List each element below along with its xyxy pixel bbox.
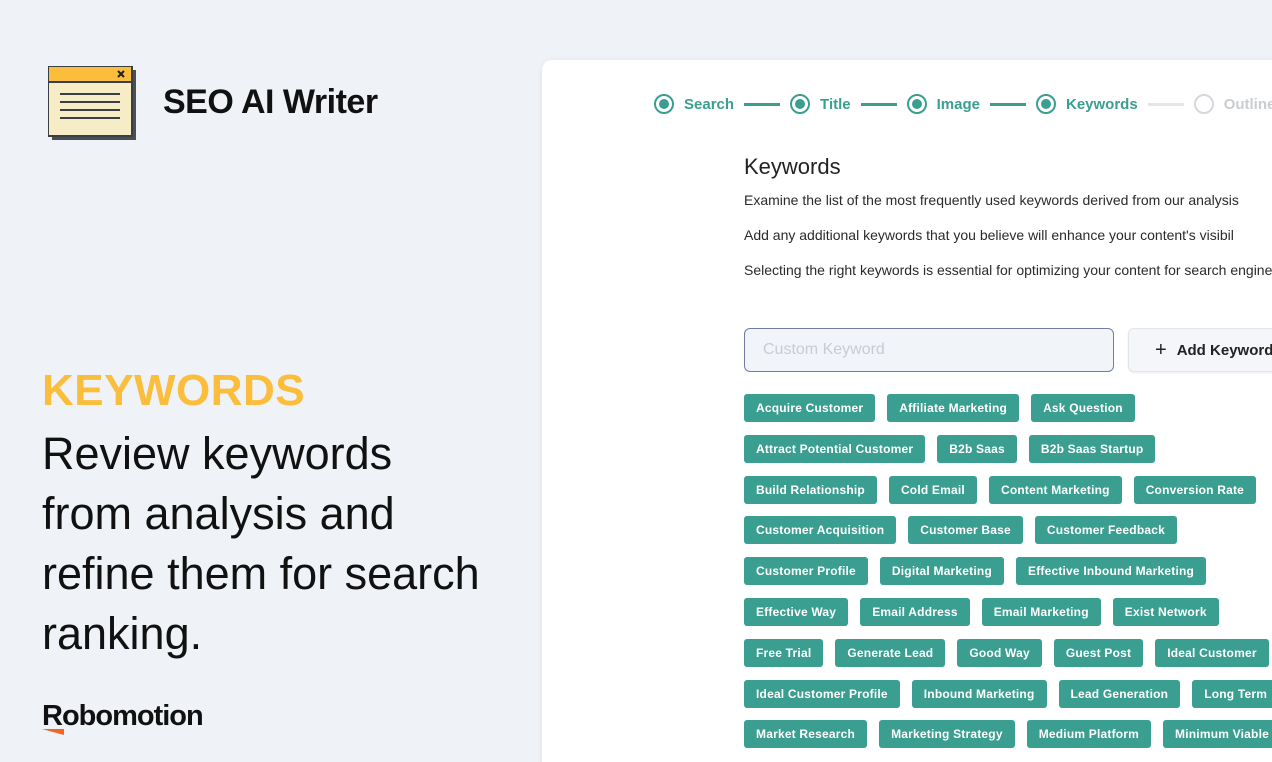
- keyword-tag[interactable]: Market Research: [744, 720, 868, 749]
- keyword-tag[interactable]: Ideal Customer Profile: [744, 679, 900, 708]
- keyword-tag[interactable]: Effective Inbound Marketing: [1015, 557, 1207, 586]
- step-check-icon: [654, 94, 674, 114]
- keyword-tag[interactable]: Ideal Customer: [1155, 638, 1269, 667]
- robomotion-logo: Robomotion: [42, 700, 204, 732]
- step-connector: [744, 102, 781, 106]
- step-pending-icon: [1193, 94, 1214, 114]
- keyword-tag[interactable]: Inbound Marketing: [911, 679, 1047, 708]
- keyword-tag-row: Ideal Customer Profile Inbound Marketing L…: [744, 679, 1272, 708]
- keyword-tag[interactable]: Generate Lead: [835, 638, 946, 667]
- keyword-tag[interactable]: Guest Post: [1053, 638, 1144, 667]
- keyword-tag[interactable]: Effective Way: [744, 597, 849, 626]
- keyword-tag[interactable]: Customer Acquisition: [744, 516, 897, 545]
- feature-description: Review keywords from analysis and refine…: [42, 428, 480, 659]
- keyword-tag[interactable]: Medium Platform: [1026, 720, 1152, 749]
- step-connector: [1147, 102, 1184, 106]
- step-image[interactable]: Image: [906, 94, 980, 114]
- app-window: Search Title Image Keywords Outline Keyw…: [542, 60, 1272, 762]
- step-check-icon: [1035, 94, 1056, 114]
- add-keyword-button[interactable]: + Add Keyword: [1128, 328, 1272, 372]
- step-label: Outline: [1223, 95, 1272, 113]
- keyword-tag[interactable]: Digital Marketing: [879, 557, 1004, 586]
- keyword-tag[interactable]: Good Way: [957, 638, 1042, 667]
- keyword-tag[interactable]: Build Relationship: [744, 475, 877, 504]
- step-title[interactable]: Title: [790, 94, 851, 114]
- step-search[interactable]: Search: [654, 94, 734, 114]
- instruction-text: Examine the list of the most frequently …: [744, 192, 1239, 208]
- keyword-tag[interactable]: Ask Question: [1031, 394, 1135, 422]
- instruction-text: Selecting the right keywords is essentia…: [744, 262, 1272, 278]
- keyword-tag[interactable]: Affiliate Marketing: [887, 394, 1020, 422]
- keyword-tag[interactable]: Customer Feedback: [1034, 516, 1177, 545]
- keyword-tag[interactable]: Exist Network: [1112, 597, 1219, 626]
- keyword-tag[interactable]: Attract Potential Customer: [744, 434, 926, 463]
- step-connector: [989, 102, 1026, 106]
- document-window-icon: [48, 66, 136, 140]
- keyword-tag[interactable]: Conversion Rate: [1133, 475, 1257, 504]
- keyword-tag[interactable]: Customer Base: [908, 516, 1023, 545]
- step-keywords[interactable]: Keywords: [1035, 94, 1138, 114]
- progress-stepper: Search Title Image Keywords Outline: [654, 94, 1272, 114]
- custom-keyword-input[interactable]: [744, 328, 1114, 372]
- keyword-tag-row: Free Trial Generate Lead Good Way Guest Pos…: [744, 638, 1272, 667]
- keyword-tag-row: Attract Potential Customer B2b Saas B2b Sa…: [744, 434, 1272, 463]
- keyword-tag[interactable]: Cold Email: [888, 475, 977, 504]
- keyword-tag[interactable]: Long Term: [1192, 679, 1272, 708]
- keyword-tag[interactable]: Marketing Strategy: [879, 720, 1015, 749]
- instruction-text: Add any additional keywords that you bel…: [744, 227, 1234, 243]
- keyword-tag[interactable]: Lead Generation: [1058, 679, 1181, 708]
- keyword-tag[interactable]: B2b Saas: [937, 434, 1017, 463]
- feature-heading: KEYWORDS: [42, 366, 306, 415]
- step-label: Keywords: [1065, 95, 1138, 113]
- keyword-tag-row: Customer Profile Digital Marketing Effecti…: [744, 557, 1272, 586]
- keyword-tag[interactable]: Email Marketing: [981, 597, 1101, 626]
- plus-icon: +: [1155, 339, 1167, 361]
- step-label: Image: [936, 95, 980, 113]
- step-label: Search: [684, 95, 735, 113]
- keyword-tag-row: Acquire Customer Affiliate Marketing Ask Q…: [744, 394, 1272, 422]
- logo-accent-mark: [42, 729, 64, 735]
- keyword-tag[interactable]: Email Address: [860, 597, 970, 626]
- keyword-tag[interactable]: Minimum Viable: [1163, 720, 1272, 749]
- keywords-section: Keywords Examine the list of the most fr…: [744, 154, 1272, 297]
- keyword-tag[interactable]: Acquire Customer: [744, 394, 876, 422]
- step-check-icon: [906, 94, 927, 114]
- keyword-tag[interactable]: Free Trial: [744, 638, 824, 667]
- brand: [48, 66, 136, 140]
- keyword-tag[interactable]: Customer Profile: [744, 557, 868, 586]
- step-label: Title: [820, 95, 851, 113]
- keyword-tag-row: Market Research Marketing Strategy Medium …: [744, 720, 1272, 749]
- keyword-tag[interactable]: B2b Saas Startup: [1028, 434, 1156, 463]
- add-keyword-label: Add Keyword: [1176, 341, 1272, 359]
- keyword-input-row: + Add Keyword: [744, 328, 1272, 372]
- step-outline[interactable]: Outline: [1193, 94, 1272, 114]
- keyword-tag-row: Build Relationship Cold Email Content Mark…: [744, 475, 1272, 504]
- keyword-tag-row: Customer Acquisition Customer Base Custome…: [744, 516, 1272, 545]
- step-check-icon: [790, 94, 811, 114]
- section-title: Keywords: [744, 154, 841, 179]
- keyword-tag-list: Acquire Customer Affiliate Marketing Ask Q…: [744, 394, 1272, 761]
- keyword-tag-row: Effective Way Email Address Email Marketin…: [744, 597, 1272, 626]
- keyword-tag[interactable]: Content Marketing: [988, 475, 1122, 504]
- step-connector: [860, 102, 897, 106]
- brand-title: SEO AI Writer: [163, 83, 378, 121]
